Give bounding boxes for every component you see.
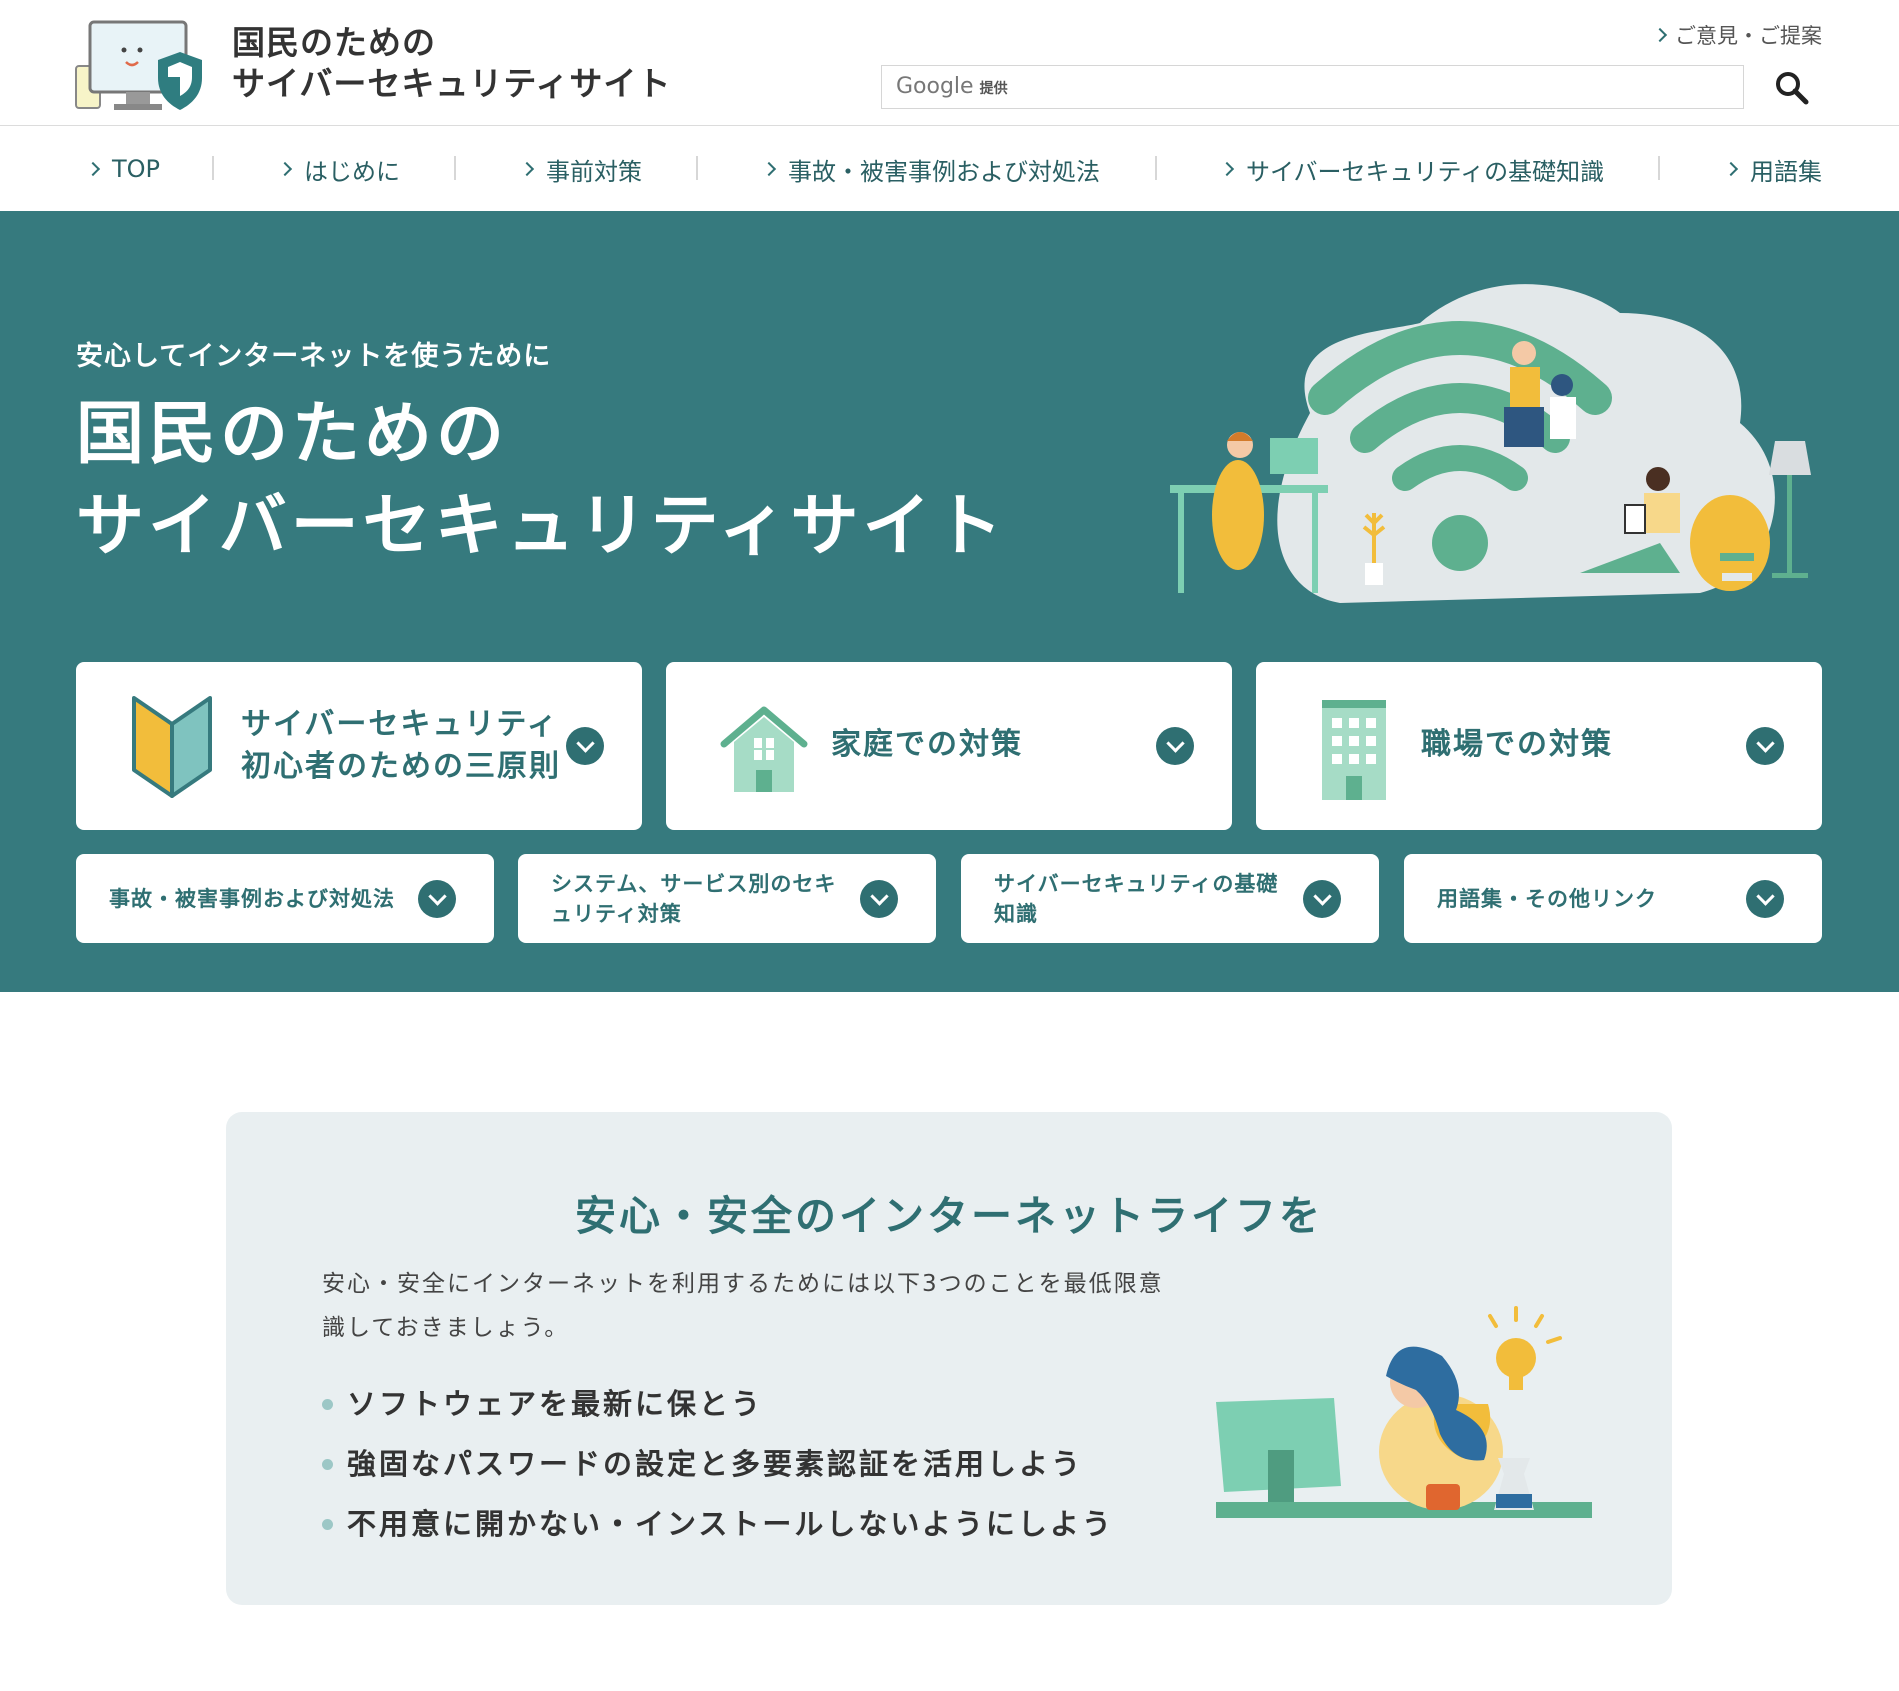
hero-title: 国民のための サイバーセキュリティサイト [76,389,1007,573]
site-title-line2: サイバーセキュリティサイト [232,64,672,103]
card-home-measures[interactable]: 家庭での対策 [666,662,1232,830]
card-service-security[interactable]: システム、サービス別のセキュリティ対策 [518,854,936,943]
nav-item-incidents[interactable]: 事故・被害事例および対処法 [761,151,1100,187]
chevron-down-icon [566,727,604,765]
chevron-down-icon [1156,727,1194,765]
hero-subtitle: 安心してインターネットを使うために [76,341,552,372]
global-nav: TOP はじめに 事前対策 事故・被害事例および対処法 サイバーセキュリティの基… [0,127,1899,211]
nav-item-label: TOP [112,155,161,183]
chevron-down-icon [1303,880,1341,918]
wifi-people-illustration [1170,284,1811,603]
card-label: サイバーセキュリティの基礎知識 [994,871,1279,926]
key-points-list: ソフトウェアを最新に保とう 強固なパスワードの設定と多要素認証を活用しよう 不用… [322,1374,1114,1554]
nav-item-label: はじめに [304,157,400,186]
chevron-right-icon [85,161,101,177]
site-header: 国民のための サイバーセキュリティサイト ご意見・ご提案 Google 提供 [0,0,1899,126]
nav-item-label: サイバーセキュリティの基礎知識 [1246,157,1605,186]
list-item: ソフトウェアを最新に保とう [322,1374,1114,1434]
building-icon [1322,700,1386,800]
section-heading: 安心・安全のインターネットライフを [575,1192,1323,1240]
card-incidents[interactable]: 事故・被害事例および対処法 [76,854,494,943]
nav-item-label: 事前対策 [546,157,642,186]
nav-divider [696,156,698,180]
nav-divider [212,156,214,180]
house-icon [720,706,808,792]
feedback-link-label: ご意見・ご提案 [1675,24,1822,48]
card-label: 用語集・その他リンク [1437,886,1657,911]
search-button[interactable] [1772,69,1812,109]
nav-item-label: 事故・被害事例および対処法 [788,157,1100,186]
list-item: 強固なパスワードの設定と多要素認証を活用しよう [322,1434,1114,1494]
nav-item-prevention[interactable]: 事前対策 [519,151,642,187]
card-label: システム、サービス別のセキュリティ対策 [551,871,837,926]
chevron-right-icon [1652,27,1668,43]
card-security-basics[interactable]: サイバーセキュリティの基礎知識 [961,854,1379,943]
search-box[interactable]: Google 提供 [881,65,1744,109]
hero-section: 安心してインターネットを使うために 国民のための サイバーセキュリティサイト サ… [0,211,1899,992]
search-icon [1776,71,1809,104]
site-logo-icon[interactable] [74,18,214,116]
chevron-right-icon [519,161,535,177]
hero-title-line2: サイバーセキュリティサイト [76,487,1007,566]
chevron-down-icon [860,880,898,918]
chevron-down-icon [1746,880,1784,918]
card-label: 家庭での対策 [831,727,1023,762]
chevron-down-icon [418,880,456,918]
chevron-down-icon [1746,727,1784,765]
feedback-link[interactable]: ご意見・ご提案 [1652,20,1822,50]
card-label-line1: サイバーセキュリティ [241,707,559,742]
card-beginner-principles[interactable]: サイバーセキュリティ 初心者のための三原則 [76,662,642,830]
card-label: サイバーセキュリティ 初心者のための三原則 [241,704,561,788]
chevron-right-icon [1219,161,1235,177]
hero-title-line1: 国民のための [76,395,509,474]
card-workplace-measures[interactable]: 職場での対策 [1256,662,1822,830]
chevron-right-icon [761,161,777,177]
site-title-line1: 国民のための [232,23,436,62]
section-intro-text: 安心・安全にインターネットを利用するためには以下3つのことを最低限意識しておきま… [322,1271,1164,1341]
woman-computer-illustration [1216,1306,1592,1518]
nav-item-top[interactable]: TOP [85,151,161,187]
beginner-mark-icon [132,696,212,798]
site-title[interactable]: 国民のための サイバーセキュリティサイト [232,22,671,104]
nav-item-glossary[interactable]: 用語集 [1723,151,1822,187]
nav-item-label: 用語集 [1750,157,1822,186]
card-glossary-links[interactable]: 用語集・その他リンク [1404,854,1822,943]
nav-divider [1155,156,1157,180]
safe-internet-section: 安心・安全のインターネットライフを 安心・安全にインターネットを利用するためには… [226,1112,1672,1605]
chevron-right-icon [1723,161,1739,177]
nav-divider [1658,156,1660,180]
nav-item-introduction[interactable]: はじめに [277,151,400,187]
chevron-right-icon [277,161,293,177]
search-input[interactable] [882,66,1743,108]
nav-item-basics[interactable]: サイバーセキュリティの基礎知識 [1219,151,1605,187]
card-label: 事故・被害事例および対処法 [109,886,395,911]
card-label: 職場での対策 [1421,727,1613,762]
list-item: 不用意に開かない・インストールしないようにしよう [322,1494,1114,1554]
card-label-line2: 初心者のための三原則 [241,749,561,784]
nav-divider [454,156,456,180]
